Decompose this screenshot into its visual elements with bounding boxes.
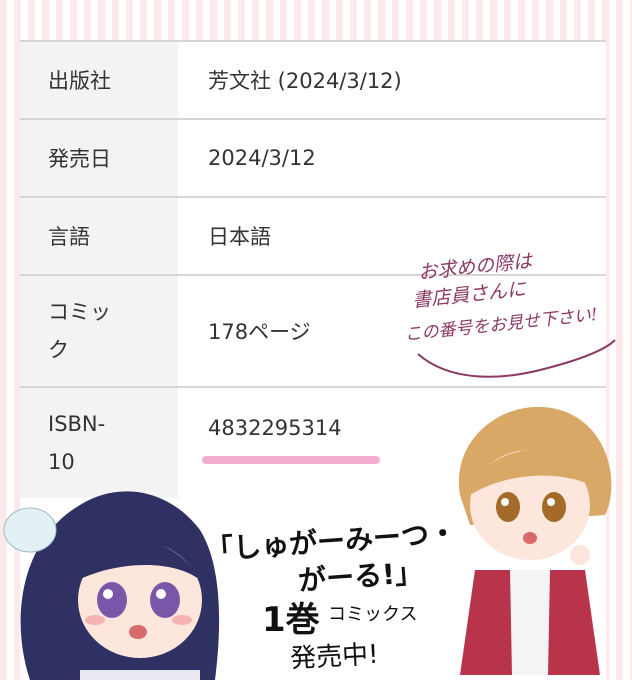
language-label: 言語: [20, 198, 178, 274]
character-left-illustration: [3, 491, 220, 680]
promo-type: コミックス: [328, 604, 418, 625]
note-swirl-line: [417, 339, 616, 378]
publisher-value: 芳文社 (2024/3/12): [208, 69, 402, 93]
release-date-value: 2024/3/12: [208, 146, 316, 170]
comic-label: コミック: [20, 276, 178, 386]
language-value: 日本語: [208, 225, 271, 249]
promo-volume: 1巻: [262, 600, 320, 640]
details-row-release-date: 発売日 2024/3/12: [20, 118, 606, 196]
release-date-label: 発売日: [20, 120, 178, 196]
publisher-label: 出版社: [20, 42, 178, 118]
details-row-publisher: 出版社 芳文社 (2024/3/12): [20, 40, 606, 118]
promo-status: 発売中!: [289, 639, 380, 675]
isbn-highlight-underline: [202, 456, 380, 464]
isbn-value: 4832295314: [208, 416, 342, 440]
